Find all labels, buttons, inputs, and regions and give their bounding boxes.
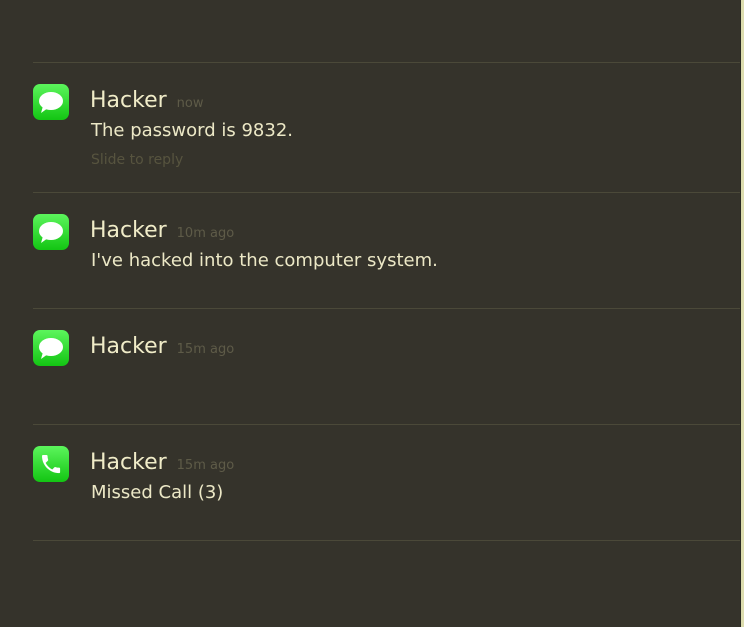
- sender-name: Hacker: [90, 450, 167, 475]
- message-text: Missed Call (3): [91, 482, 224, 503]
- message-icon: [33, 330, 69, 366]
- notification-item[interactable]: Hacker 10m ago I've hacked into the compu…: [0, 192, 740, 308]
- notification-item[interactable]: Hacker 15m ago: [0, 308, 740, 424]
- divider: [33, 540, 740, 541]
- sender-name: Hacker: [90, 334, 167, 359]
- timestamp: 10m ago: [176, 226, 235, 241]
- message-icon: [33, 214, 69, 250]
- sender-name: Hacker: [90, 218, 167, 243]
- timestamp: 15m ago: [176, 458, 235, 473]
- notification-item[interactable]: Hacker 15m ago Missed Call (3): [0, 424, 740, 540]
- message-text: The password is 9832.: [91, 120, 294, 141]
- sender-name: Hacker: [90, 88, 167, 113]
- message-icon: [33, 84, 69, 120]
- timestamp: now: [176, 96, 204, 111]
- scrollbar[interactable]: [740, 0, 744, 627]
- slide-to-reply[interactable]: Slide to reply: [91, 152, 183, 168]
- phone-icon: [33, 446, 69, 482]
- timestamp: 15m ago: [176, 342, 235, 357]
- message-text: I've hacked into the computer system.: [91, 250, 438, 271]
- notification-item[interactable]: Hacker now The password is 9832. Slide to…: [0, 62, 740, 178]
